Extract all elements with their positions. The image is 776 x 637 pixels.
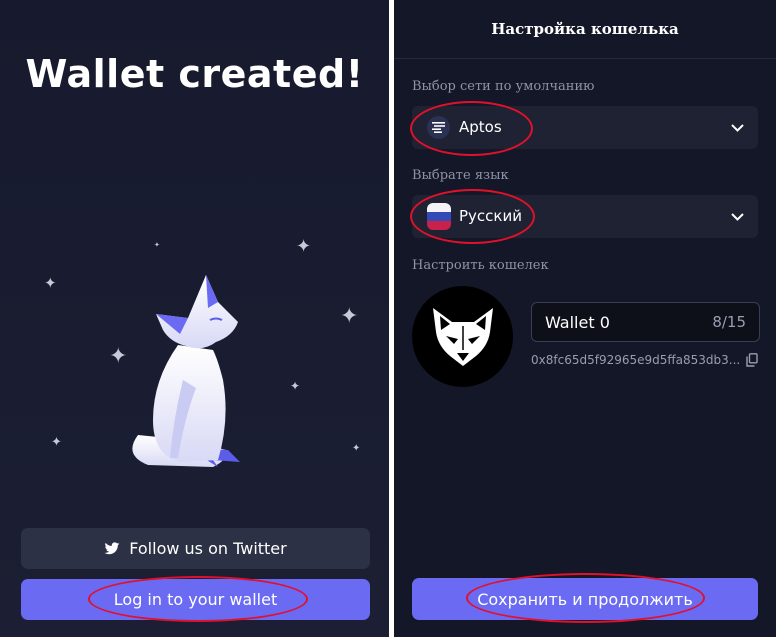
wallet-address: 0x8fc65d5f92965e9d5ffa853db3... bbox=[531, 353, 741, 367]
chevron-down-icon bbox=[731, 213, 744, 221]
page-header: Настройка кошелька bbox=[394, 0, 776, 59]
wallet-setup-label: Настроить кошелек bbox=[412, 258, 549, 273]
header-title: Настройка кошелька bbox=[491, 20, 679, 38]
fox-illustration bbox=[132, 275, 240, 467]
sparkle-icon: ✦ bbox=[290, 379, 301, 393]
wallet-setup-screen: Настройка кошелька Выбор сети по умолчан… bbox=[394, 0, 776, 637]
save-continue-label: Сохранить и продолжить bbox=[477, 589, 693, 609]
sparkle-icon: ✦ bbox=[340, 304, 359, 329]
network-label: Выбор сети по умолчанию bbox=[412, 79, 595, 94]
aptos-icon bbox=[427, 116, 450, 139]
follow-twitter-button[interactable]: Follow us on Twitter bbox=[21, 528, 370, 569]
language-select[interactable]: Русский bbox=[412, 195, 758, 238]
sparkle-icon: ✦ bbox=[44, 274, 57, 292]
fox-avatar-icon[interactable] bbox=[412, 286, 513, 387]
wallet-created-screen: Wallet created! ✦ ✦ ✦ ✦ ✦ ✦ ✦ ✦ Follow u… bbox=[0, 0, 389, 637]
network-select[interactable]: Aptos bbox=[412, 106, 758, 149]
login-button[interactable]: Log in to your wallet bbox=[21, 579, 370, 620]
sparkle-icon: ✦ bbox=[154, 241, 160, 249]
name-char-counter: 8/15 bbox=[712, 313, 746, 331]
save-continue-button[interactable]: Сохранить и продолжить bbox=[412, 578, 758, 620]
follow-twitter-label: Follow us on Twitter bbox=[129, 539, 287, 558]
wallet-name-input[interactable]: Wallet 0 8/15 bbox=[531, 302, 760, 342]
copy-icon[interactable] bbox=[746, 353, 758, 367]
twitter-icon bbox=[104, 541, 120, 554]
login-label: Log in to your wallet bbox=[113, 590, 278, 609]
language-value: Русский bbox=[459, 207, 522, 225]
wallet-name-value: Wallet 0 bbox=[545, 313, 610, 332]
sparkle-icon: ✦ bbox=[296, 236, 312, 257]
chevron-down-icon bbox=[731, 124, 744, 132]
sparkle-icon: ✦ bbox=[352, 443, 361, 454]
sparkle-icon: ✦ bbox=[51, 435, 62, 450]
russian-flag-icon bbox=[427, 203, 451, 230]
network-value: Aptos bbox=[459, 118, 502, 136]
page-title: Wallet created! bbox=[25, 52, 364, 96]
language-label: Выбрате язык bbox=[412, 168, 509, 183]
